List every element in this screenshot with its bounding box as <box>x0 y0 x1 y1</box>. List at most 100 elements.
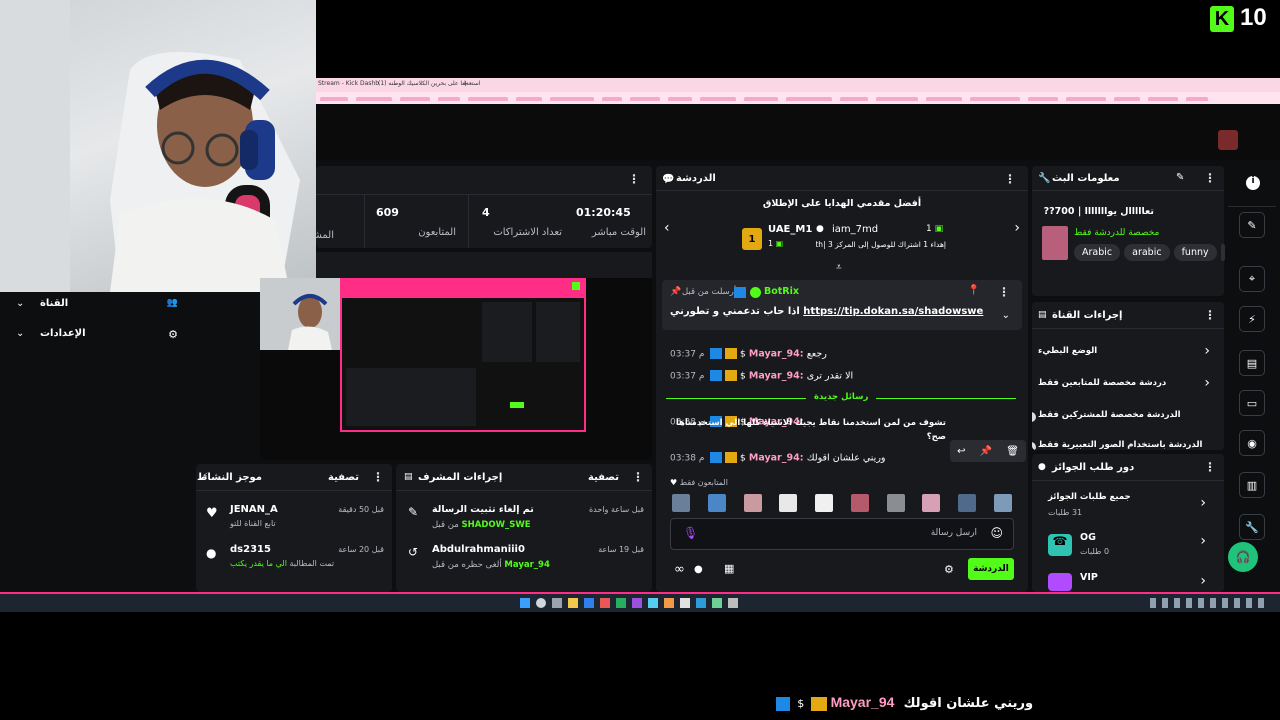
infinity-icon[interactable]: ∞ <box>674 562 685 577</box>
app-icon[interactable] <box>712 598 722 608</box>
reward-vip[interactable]: VIP › <box>1048 570 1218 592</box>
send-chat-button[interactable]: الدردشة <box>968 558 1014 580</box>
channel-action-label: دردشة مخصصة للمتابعين فقط <box>1038 378 1167 388</box>
crown-badge-icon <box>811 697 828 711</box>
support-headset-icon[interactable]: 🎧 <box>1228 542 1258 572</box>
stream-info-menu-icon[interactable]: ⋮ <box>1204 171 1216 185</box>
channel-action-emote-only[interactable]: الدردشة باستخدام الصور التعبيرية فقط <box>1038 438 1218 450</box>
info-icon[interactable]: i <box>1246 176 1260 190</box>
app-icon[interactable] <box>600 598 610 608</box>
windows-taskbar <box>0 594 1280 612</box>
message-user[interactable]: Mayar_94: <box>749 349 804 360</box>
divider <box>196 490 392 491</box>
chatter-avatar[interactable] <box>743 494 762 512</box>
rewards-menu-icon[interactable]: ⋮ <box>1204 460 1216 474</box>
chatter-avatar[interactable] <box>707 494 726 512</box>
list-icon: ▤ <box>1038 310 1047 320</box>
expand-gifters-icon[interactable]: ⩡ <box>836 262 842 273</box>
channel-action-label: الدردشة باستخدام الصور التعبيرية فقط <box>1038 440 1203 450</box>
stats-menu-icon[interactable]: ⋮ <box>628 172 640 186</box>
pin-action-icon[interactable]: 📍 <box>968 285 980 296</box>
message-user[interactable]: Mayar_94: <box>749 371 804 382</box>
tag-pill[interactable]: Arabic <box>1074 244 1121 261</box>
preview-nested-frame <box>340 278 586 432</box>
mod-filter-button[interactable]: تصفية <box>588 472 619 483</box>
trash-icon[interactable]: 🗑 <box>1006 446 1019 457</box>
broadcast-icon[interactable]: ◉ <box>1239 430 1265 456</box>
notes-icon[interactable]: ▤ <box>1239 350 1265 376</box>
channel-actions-menu-icon[interactable]: ⋮ <box>1204 308 1216 322</box>
gifter-count: 1 ▣ <box>768 239 784 248</box>
chatter-avatar[interactable] <box>886 494 905 512</box>
mod-action-item: ✎ تم إلغاء تثبيت الرسالة قبل ساعة واحدة … <box>404 504 648 536</box>
file-explorer-icon[interactable] <box>568 598 578 608</box>
search-icon[interactable] <box>536 598 546 608</box>
reply-icon[interactable]: ↩ <box>957 446 965 457</box>
chat-icon[interactable]: ▭ <box>1239 390 1265 416</box>
message-user[interactable]: Mayar_94: <box>749 453 804 464</box>
activity-filter-button[interactable]: تصفية <box>328 472 359 483</box>
new-tab-button[interactable]: + <box>462 79 469 88</box>
tag-pill[interactable]: funny <box>1173 244 1217 261</box>
chat-input-box[interactable]: 🎙 ارسل رسالة ☺ <box>670 518 1014 550</box>
chatter-avatar[interactable] <box>922 494 941 512</box>
tag-pill[interactable]: arabic <box>1124 244 1170 261</box>
next-arrow-icon[interactable]: › <box>1014 220 1020 236</box>
reward-label: OG <box>1080 532 1096 543</box>
followers-only-row: ♥ المتابعون فقط <box>670 478 728 487</box>
edit-pencil-icon[interactable]: ✎ <box>1176 172 1184 183</box>
vscode-icon[interactable] <box>584 598 594 608</box>
pinned-menu-icon[interactable]: ⋮ <box>998 285 1010 299</box>
app-icon[interactable] <box>648 598 658 608</box>
wrench-tool-icon[interactable]: 🔧 <box>1239 514 1265 540</box>
chat-settings-icon[interactable]: ⚙ <box>944 563 954 576</box>
start-icon[interactable] <box>520 598 530 608</box>
app-icon[interactable] <box>616 598 626 608</box>
chatter-avatar[interactable] <box>672 494 690 512</box>
chatter-avatars <box>672 494 1012 514</box>
reward-all-requests[interactable]: جميع طلبات الجوائز 31 طلبات › <box>1048 492 1218 520</box>
chevron-down-icon[interactable]: ⌄ <box>1002 310 1010 321</box>
profile-avatar[interactable] <box>1218 130 1238 150</box>
activity-feed-card: موجز النشاط ⚡ تصفية ⋮ ♥ JENAN_A قبل 50 د… <box>196 464 392 592</box>
lightning-icon[interactable]: ⚡ <box>1239 306 1265 332</box>
task-view-icon[interactable] <box>552 598 562 608</box>
app-icon[interactable] <box>664 598 674 608</box>
chevron-right-icon: › <box>1200 533 1206 549</box>
gifter-name: iam_7md <box>832 224 879 235</box>
browser-tab-active[interactable]: Stream - Kick Dashb <box>318 80 379 87</box>
store-icon[interactable]: ▦ <box>724 562 734 575</box>
app-icon[interactable] <box>696 598 706 608</box>
chatter-avatar[interactable] <box>779 494 798 512</box>
prev-arrow-icon[interactable]: ‹ <box>664 220 670 236</box>
activity-menu-icon[interactable]: ⋮ <box>372 470 384 484</box>
chatter-avatar[interactable] <box>958 494 977 512</box>
channel-action-subscribers-only[interactable]: الدردشة مخصصة للمشتركين فقط <box>1038 408 1218 424</box>
drops-icon[interactable]: ● <box>694 564 703 575</box>
app-icon[interactable] <box>632 598 642 608</box>
layout-icon[interactable]: ▥ <box>1239 472 1265 498</box>
pinned-link[interactable]: https://tip.dokan.sa/shadowswe <box>803 306 983 317</box>
bookmark-items <box>320 95 1260 101</box>
emoji-icon[interactable]: ☺ <box>990 526 1003 540</box>
pinned-user[interactable]: BotRix <box>764 286 799 297</box>
stream-category-thumbnail[interactable] <box>1042 226 1068 260</box>
tag-pill-overflow[interactable] <box>1220 244 1225 261</box>
chatter-avatar[interactable] <box>850 494 869 512</box>
menu-item-settings[interactable]: ⌄ الإعدادات ⚙ <box>14 326 184 344</box>
mod-menu-icon[interactable]: ⋮ <box>632 470 644 484</box>
chatter-avatar[interactable] <box>815 494 834 512</box>
channel-action-slow-mode[interactable]: الوضع البطيء › <box>1038 343 1218 360</box>
pin-icon[interactable]: 📌 <box>980 446 992 457</box>
chat-menu-icon[interactable]: ⋮ <box>1004 172 1016 186</box>
camera-focus-icon[interactable]: ⌖ <box>1239 266 1265 292</box>
overlay-text: وريني علشان اقولك <box>903 696 1034 711</box>
reward-og[interactable]: ☎ OG 0 طلبات › <box>1048 530 1218 558</box>
app-icon[interactable] <box>680 598 690 608</box>
app-icon[interactable] <box>728 598 738 608</box>
menu-item-channel[interactable]: ⌄ القناة 👥 <box>14 296 184 314</box>
microphone-icon[interactable]: 🎙 <box>683 526 698 540</box>
channel-action-followers-only[interactable]: دردشة مخصصة للمتابعين فقط › <box>1038 375 1218 392</box>
edit-icon[interactable]: ✎ <box>1239 212 1265 238</box>
chatter-avatar[interactable] <box>993 494 1012 512</box>
